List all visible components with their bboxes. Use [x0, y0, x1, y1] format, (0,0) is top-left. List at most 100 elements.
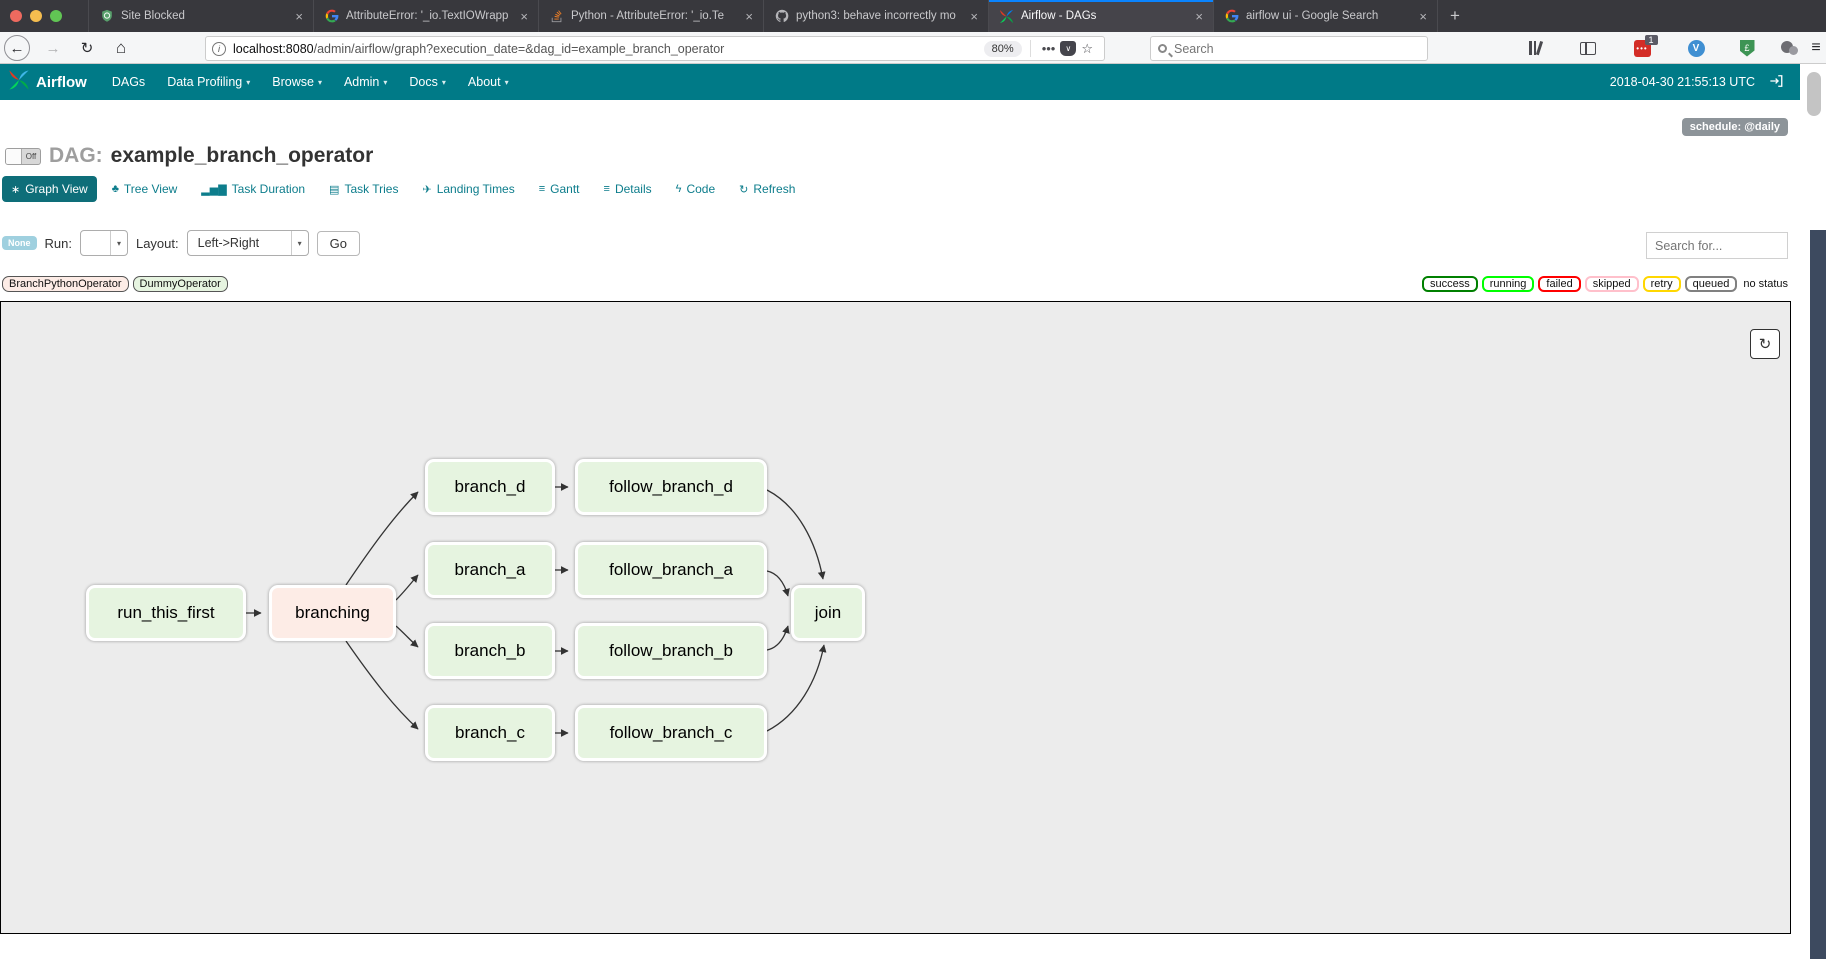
browser-tab[interactable]: python3: behave incorrectly mo× — [763, 0, 988, 32]
view-tab-label: Task Tries — [344, 182, 398, 196]
browser-tab[interactable]: Python - AttributeError: '_io.Te × — [538, 0, 763, 32]
page-actions-icon[interactable]: ••• — [1042, 41, 1056, 56]
view-tab-task-tries[interactable]: ▤Task Tries — [320, 176, 407, 202]
tab-close-button[interactable]: × — [1417, 9, 1429, 24]
toggle-label: Off — [22, 149, 40, 164]
dag-pause-toggle[interactable]: Off — [5, 148, 41, 165]
navbar-items: DAGsData Profiling▾Browse▾Admin▾Docs▾Abo… — [101, 75, 520, 89]
dag-title: example_branch_operator — [111, 144, 374, 168]
browser-tab[interactable]: AttributeError: '_io.TextIOWrapp× — [313, 0, 538, 32]
library-icon[interactable] — [1525, 38, 1545, 58]
screen: Site Blocked×AttributeError: '_io.TextIO… — [0, 0, 1826, 959]
view-tab-refresh[interactable]: ↻Refresh — [730, 176, 804, 202]
task-node-follow_branch_b[interactable]: follow_branch_b — [575, 623, 767, 679]
navbar-item-browse[interactable]: Browse▾ — [261, 75, 333, 89]
go-button[interactable]: Go — [317, 231, 360, 256]
new-tab-button[interactable]: + — [1438, 0, 1472, 32]
task-node-follow_branch_c[interactable]: follow_branch_c — [575, 705, 767, 761]
duration-icon: ▂▅▇ — [201, 183, 226, 196]
browser-tab[interactable]: airflow ui - Google Search× — [1213, 0, 1438, 32]
forward-button[interactable]: → — [40, 35, 66, 61]
logout-icon[interactable] — [1769, 74, 1784, 91]
task-node-follow_branch_a[interactable]: follow_branch_a — [575, 542, 767, 598]
layout-label: Layout: — [136, 236, 179, 251]
extension-lastpass-icon[interactable]: •••1 — [1632, 38, 1652, 58]
status-legend: successrunningfailedskippedretryqueuedno… — [1422, 276, 1790, 292]
browser-search-input[interactable] — [1174, 42, 1420, 56]
navbar-item-data-profiling[interactable]: Data Profiling▾ — [156, 75, 261, 89]
run-select[interactable]: ▾ — [80, 230, 128, 256]
task-node-run_this_first[interactable]: run_this_first — [86, 585, 246, 641]
extension-spheres-icon[interactable] — [1780, 38, 1800, 58]
view-tab-code[interactable]: ϟCode — [667, 176, 725, 202]
close-window-button[interactable] — [10, 10, 22, 22]
refresh-icon: ↻ — [739, 183, 748, 196]
reload-button[interactable]: ↻ — [74, 35, 100, 61]
dag-prefix: DAG: — [49, 144, 103, 168]
airflow-favicon-icon — [999, 9, 1014, 24]
view-tab-label: Task Duration — [232, 182, 305, 196]
task-node-branching[interactable]: branching — [269, 585, 396, 641]
navbar-item-docs[interactable]: Docs▾ — [398, 75, 457, 89]
tab-close-button[interactable]: × — [743, 9, 755, 24]
status-legend-skipped: skipped — [1585, 276, 1639, 292]
browser-tab[interactable]: Airflow - DAGs× — [988, 0, 1213, 32]
browser-tab-bar: Site Blocked×AttributeError: '_io.TextIO… — [0, 0, 1826, 32]
tab-close-button[interactable]: × — [1193, 9, 1205, 24]
url-bar[interactable]: i localhost:8080/admin/airflow/graph?exe… — [205, 36, 1105, 61]
airflow-navbar: Airflow DAGsData Profiling▾Browse▾Admin▾… — [0, 64, 1800, 100]
menu-icon[interactable]: ≡ — [1806, 38, 1826, 58]
view-tab-tree-view[interactable]: ♣Tree View — [103, 176, 187, 202]
stackoverflow-favicon-icon — [549, 9, 564, 24]
divider — [1030, 40, 1031, 57]
task-node-branch_c[interactable]: branch_c — [425, 705, 555, 761]
graph-search-box[interactable] — [1646, 232, 1788, 259]
browser-tab[interactable]: Site Blocked× — [88, 0, 313, 32]
browser-search-box[interactable] — [1150, 36, 1428, 61]
home-button[interactable]: ⌂ — [108, 35, 134, 61]
view-tab-landing-times[interactable]: ✈ Landing Times — [413, 176, 523, 202]
sidebar-toggle-icon[interactable] — [1578, 38, 1598, 58]
airflow-brand[interactable]: Airflow — [0, 69, 101, 95]
zoom-window-button[interactable] — [50, 10, 62, 22]
status-legend-success: success — [1422, 276, 1478, 292]
site-info-icon[interactable]: i — [212, 42, 226, 56]
graph-search-input[interactable] — [1655, 239, 1779, 253]
extension-blue-icon[interactable]: V — [1686, 38, 1706, 58]
extension-shield-icon[interactable]: £ — [1737, 38, 1757, 58]
view-tab-task-duration[interactable]: ▂▅▇ Task Duration — [192, 176, 314, 202]
chevron-down-icon: ▾ — [505, 78, 509, 87]
chevron-down-icon: ▾ — [110, 231, 127, 255]
tab-close-button[interactable]: × — [968, 9, 980, 24]
edge-branching-to-branch_c — [346, 641, 418, 729]
task-node-branch_a[interactable]: branch_a — [425, 542, 555, 598]
dag-header: Off DAG: example_branch_operator — [5, 144, 373, 168]
bookmark-star-icon[interactable]: ☆ — [1081, 41, 1093, 57]
pocket-icon[interactable]: ∨ — [1060, 41, 1076, 56]
view-tab-details[interactable]: ≡Details — [595, 176, 661, 202]
zoom-level-badge[interactable]: 80% — [984, 41, 1022, 57]
tab-title: Python - AttributeError: '_io.Te — [571, 10, 736, 22]
graph-refresh-button[interactable]: ↻ — [1750, 329, 1780, 359]
navbar-item-dags[interactable]: DAGs — [101, 75, 156, 89]
dag-graph-canvas[interactable]: run_this_first branching branch_d follow_br… — [0, 301, 1791, 934]
view-tab-gantt[interactable]: ≡Gantt — [530, 176, 589, 202]
task-node-branch_b[interactable]: branch_b — [425, 623, 555, 679]
navbar-item-about[interactable]: About▾ — [457, 75, 520, 89]
tab-close-button[interactable]: × — [518, 9, 530, 24]
minimize-window-button[interactable] — [30, 10, 42, 22]
task-node-branch_d[interactable]: branch_d — [425, 459, 555, 515]
back-button[interactable]: ← — [4, 35, 30, 61]
scrollbar-thumb[interactable] — [1807, 72, 1821, 116]
view-tab-graph-view[interactable]: ∗Graph View — [2, 176, 97, 202]
tree-icon: ♣ — [112, 183, 119, 195]
chevron-down-icon: ▾ — [442, 78, 446, 87]
task-node-join[interactable]: join — [791, 585, 865, 641]
navbar-item-admin[interactable]: Admin▾ — [333, 75, 398, 89]
tab-close-button[interactable]: × — [293, 9, 305, 24]
gantt-icon: ≡ — [539, 183, 545, 195]
landing-icon: ✈ — [422, 183, 431, 196]
layout-select[interactable]: Left->Right▾ — [187, 230, 309, 256]
view-tab-label: Landing Times — [437, 182, 515, 196]
task-node-follow_branch_d[interactable]: follow_branch_d — [575, 459, 767, 515]
